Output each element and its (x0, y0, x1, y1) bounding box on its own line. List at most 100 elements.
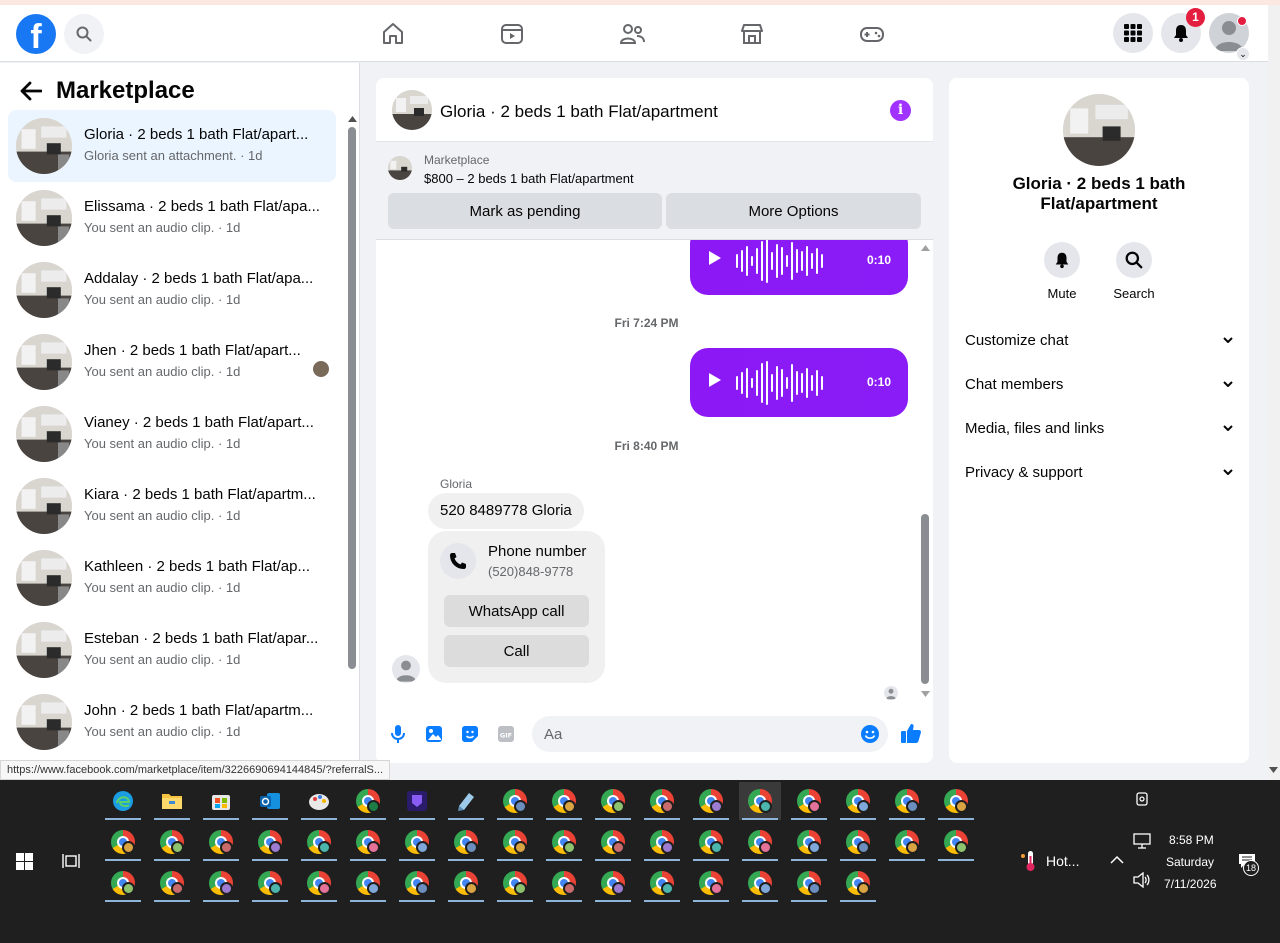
gif-button[interactable]: GIF (496, 724, 516, 744)
chrome-window-icon[interactable] (445, 864, 487, 902)
emoji-button[interactable] (860, 724, 880, 744)
chrome-window-icon[interactable] (592, 864, 634, 902)
show-hidden-icons-button[interactable] (1110, 852, 1124, 870)
call-button[interactable]: Call (444, 635, 589, 667)
chrome-window-icon[interactable] (445, 823, 487, 861)
facebook-logo[interactable]: f (16, 14, 56, 54)
play-icon[interactable] (708, 372, 722, 388)
chrome-window-icon[interactable] (641, 823, 683, 861)
conversation-item[interactable]: Elissama · 2 beds 1 bath Flat/apa... You … (8, 182, 336, 254)
clock-time[interactable]: 8:58 PM (1169, 833, 1214, 847)
more-options-button[interactable]: More Options (666, 193, 921, 229)
chrome-window-icon[interactable] (494, 782, 536, 820)
conversation-item[interactable]: Jhen · 2 beds 1 bath Flat/apart... You se… (8, 326, 336, 398)
chrome-profile-m-icon[interactable] (347, 782, 389, 820)
nav-friends[interactable] (617, 19, 647, 49)
chrome-window-icon[interactable] (592, 823, 634, 861)
chrome-window-icon[interactable] (200, 864, 242, 902)
customize-chat-section[interactable]: Customize chat (957, 318, 1241, 362)
tray-device-icon[interactable] (1135, 792, 1149, 811)
chrome-window-icon[interactable] (788, 864, 830, 902)
whatsapp-call-button[interactable]: WhatsApp call (444, 595, 589, 627)
nav-watch[interactable] (497, 19, 527, 49)
sticker-button[interactable] (460, 724, 480, 744)
scroll-down-icon[interactable] (1269, 767, 1278, 773)
message-input[interactable] (532, 716, 888, 752)
chrome-window-icon[interactable] (788, 823, 830, 861)
play-icon[interactable] (708, 250, 722, 266)
chrome-window-icon[interactable] (690, 864, 732, 902)
chrome-window-icon[interactable] (151, 823, 193, 861)
conversation-item[interactable]: John · 2 beds 1 bath Flat/apartm... You s… (8, 686, 336, 758)
chrome-window-icon[interactable] (200, 823, 242, 861)
chrome-window-icon[interactable] (739, 864, 781, 902)
conversation-item[interactable]: Kathleen · 2 beds 1 bath Flat/ap... You s… (8, 542, 336, 614)
clock-date[interactable]: 7/11/2026 (1164, 877, 1217, 891)
clock-day[interactable]: Saturday (1166, 855, 1214, 869)
chrome-window-icon[interactable] (739, 823, 781, 861)
chrome-window-icon[interactable] (935, 823, 977, 861)
chrome-window-icon[interactable] (886, 823, 928, 861)
ms-store-icon[interactable] (200, 782, 242, 820)
action-center-button[interactable]: 18 (1237, 852, 1259, 876)
media-files-links-section[interactable]: Media, files and links (957, 406, 1241, 450)
chrome-window-icon[interactable] (249, 864, 291, 902)
chrome-window-icon[interactable] (837, 782, 879, 820)
chat-title[interactable]: Gloria · 2 beds 1 bath Flat/apartment (440, 102, 718, 122)
conversation-item[interactable]: Vianey · 2 beds 1 bath Flat/apart... You … (8, 398, 336, 470)
file-explorer-icon[interactable] (151, 782, 193, 820)
scroll-down-icon[interactable] (921, 691, 930, 697)
notes-app-icon[interactable] (445, 782, 487, 820)
chrome-window-icon[interactable] (298, 823, 340, 861)
chrome-window-icon[interactable] (886, 782, 928, 820)
listing-image[interactable] (1063, 94, 1135, 166)
conversation-item[interactable]: Addalay · 2 beds 1 bath Flat/apa... You s… (8, 254, 336, 326)
search-in-conversation-button[interactable]: Search (1104, 242, 1164, 301)
nav-marketplace[interactable] (737, 19, 767, 49)
chrome-window-icon[interactable] (102, 823, 144, 861)
paint-icon[interactable] (298, 782, 340, 820)
volume-icon[interactable] (1133, 871, 1151, 893)
outlook-icon[interactable] (249, 782, 291, 820)
conversation-item[interactable]: Esteban · 2 beds 1 bath Flat/apar... You … (8, 614, 336, 686)
nav-gaming[interactable] (857, 19, 887, 49)
chrome-window-icon[interactable] (347, 864, 389, 902)
chevron-down-icon[interactable]: ⌄ (1236, 47, 1250, 61)
chrome-window-icon[interactable] (347, 823, 389, 861)
chat-scrollbar[interactable] (919, 240, 931, 705)
weather-widget[interactable]: Hot... (1020, 850, 1079, 872)
chrome-window-icon[interactable] (641, 864, 683, 902)
chrome-window-icon[interactable] (249, 823, 291, 861)
start-button[interactable] (16, 853, 33, 875)
chrome-window-icon[interactable] (494, 864, 536, 902)
chrome-window-icon[interactable] (837, 864, 879, 902)
chrome-window-icon[interactable] (837, 823, 879, 861)
back-arrow-icon[interactable] (20, 81, 42, 101)
chrome-window-icon[interactable] (592, 782, 634, 820)
chrome-window-icon[interactable] (494, 823, 536, 861)
chrome-window-icon[interactable] (396, 823, 438, 861)
audio-message[interactable]: 0:10 (690, 240, 908, 295)
listing-price-title[interactable]: $800 – 2 beds 1 bath Flat/apartment (424, 171, 634, 186)
chrome-window-icon[interactable] (690, 823, 732, 861)
privacy-support-section[interactable]: Privacy & support (957, 450, 1241, 494)
attach-photo-button[interactable] (424, 724, 444, 744)
sender-avatar[interactable] (392, 655, 420, 683)
chrome-window-icon[interactable] (641, 782, 683, 820)
listing-thumbnail[interactable] (392, 90, 432, 130)
info-icon[interactable]: i (890, 100, 911, 121)
sidebar-scrollbar[interactable] (347, 113, 357, 673)
task-view-button[interactable] (62, 852, 80, 875)
chrome-window-icon[interactable] (543, 782, 585, 820)
chrome-window-icon[interactable] (102, 864, 144, 902)
page-scrollbar[interactable] (1268, 5, 1280, 780)
chrome-window-icon[interactable] (543, 864, 585, 902)
shield-app-icon[interactable] (396, 782, 438, 820)
scroll-up-icon[interactable] (348, 116, 357, 122)
chrome-window-icon[interactable] (396, 864, 438, 902)
listing-small-thumbnail[interactable] (388, 156, 412, 180)
nav-home[interactable] (378, 19, 408, 49)
chrome-window-icon[interactable] (690, 782, 732, 820)
chrome-window-icon[interactable] (788, 782, 830, 820)
voice-clip-button[interactable] (388, 724, 408, 744)
